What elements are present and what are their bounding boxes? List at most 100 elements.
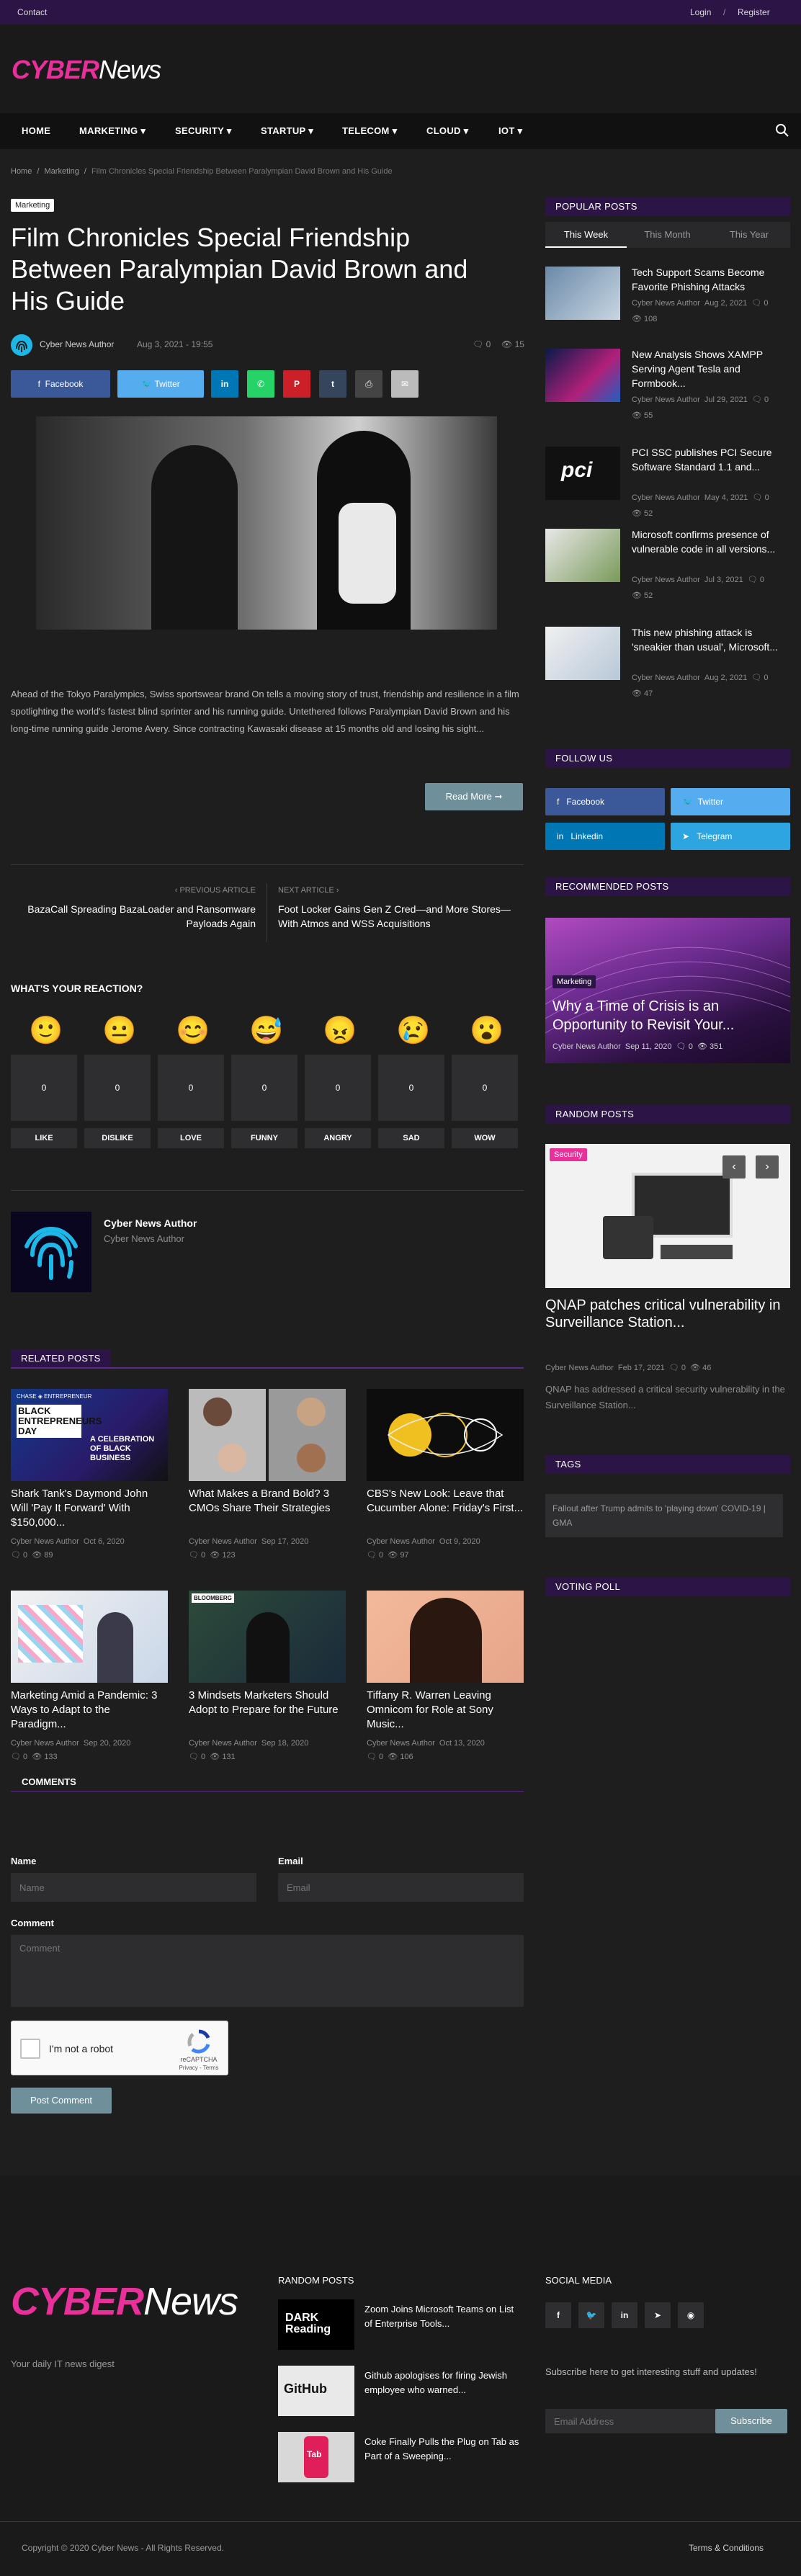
reaction-label[interactable]: WOW (452, 1128, 518, 1148)
reaction-count[interactable]: 0 (231, 1055, 297, 1121)
related-post-title[interactable]: CBS's New Look: Leave that Cucumber Alon… (367, 1487, 524, 1530)
footer-random-title-3[interactable]: Coke Finally Pulls the Plug on Tab as Pa… (364, 2435, 523, 2464)
recommended-post-card[interactable]: Marketing Why a Time of Crisis is an Opp… (545, 918, 790, 1063)
footer-logo[interactable]: CYBERNews (11, 2279, 238, 2324)
recaptcha-checkbox[interactable] (20, 2039, 40, 2059)
nav-home[interactable]: HOME (22, 125, 50, 136)
previous-title[interactable]: BazaCall Spreading BazaLoader and Ransom… (11, 902, 256, 931)
nav-marketing[interactable]: MARKETING ▾ (79, 125, 146, 137)
popular-post-thumb[interactable] (545, 627, 620, 680)
reaction-label[interactable]: ANGRY (305, 1128, 371, 1148)
share-whatsapp-button[interactable]: ✆ (247, 370, 274, 398)
comment-textarea[interactable] (11, 1935, 524, 2007)
related-post-card[interactable]: CBS's New Look: Leave that Cucumber Alon… (367, 1389, 524, 1560)
related-post-card[interactable]: CHASE ◈ ENTREPRENEUR BLACK ENTREPRENEURS … (11, 1389, 168, 1560)
reaction-sad-icon[interactable]: 😢 (396, 1016, 430, 1046)
share-email-button[interactable]: ✉ (391, 370, 419, 398)
article-author[interactable]: Cyber News Author (40, 339, 114, 349)
footer-telegram-icon[interactable]: ➤ (645, 2302, 671, 2328)
reaction-label[interactable]: LOVE (158, 1128, 224, 1148)
share-linkedin-button[interactable]: in (211, 370, 238, 398)
carousel-next-button[interactable]: › (756, 1155, 779, 1179)
reaction-label[interactable]: FUNNY (231, 1128, 297, 1148)
terms-link[interactable]: Terms & Conditions (689, 2543, 764, 2553)
nav-cloud[interactable]: CLOUD ▾ (426, 125, 468, 137)
nav-startup[interactable]: STARTUP ▾ (261, 125, 313, 137)
search-icon[interactable] (775, 123, 789, 140)
breadcrumb-category[interactable]: Marketing (45, 167, 79, 176)
share-twitter-button[interactable]: 🐦 Twitter (117, 370, 204, 398)
related-post-image[interactable] (367, 1389, 524, 1481)
nav-security[interactable]: SECURITY ▾ (175, 125, 232, 137)
reaction-count[interactable]: 0 (158, 1055, 224, 1121)
footer-twitter-icon[interactable]: 🐦 (578, 2302, 604, 2328)
popular-post-title[interactable]: New Analysis Shows XAMPP Serving Agent T… (632, 347, 790, 390)
reaction-dislike-icon[interactable]: 😐 (102, 1016, 136, 1046)
reaction-label[interactable]: DISLIKE (84, 1128, 151, 1148)
related-post-title[interactable]: Shark Tank's Daymond John Will 'Pay It F… (11, 1487, 168, 1530)
nav-iot[interactable]: IOT ▾ (498, 125, 522, 137)
reaction-wow-icon[interactable]: 😮 (470, 1016, 504, 1046)
reaction-label[interactable]: LIKE (11, 1128, 77, 1148)
site-logo[interactable]: CYBERNews (12, 55, 161, 85)
related-post-title[interactable]: 3 Mindsets Marketers Should Adopt to Pre… (189, 1689, 346, 1732)
author-box-name[interactable]: Cyber News Author (104, 1217, 197, 1229)
footer-random-title-1[interactable]: Zoom Joins Microsoft Teams on List of En… (364, 2302, 523, 2331)
reaction-love-icon[interactable]: 😊 (176, 1016, 210, 1046)
popular-post-title[interactable]: Microsoft confirms presence of vulnerabl… (632, 527, 790, 556)
popular-post-title[interactable]: PCI SSC publishes PCI Secure Software St… (632, 445, 790, 474)
reaction-count[interactable]: 0 (84, 1055, 151, 1121)
footer-rss-icon[interactable]: ◉ (678, 2302, 704, 2328)
popular-post-title[interactable]: This new phishing attack is 'sneakier th… (632, 625, 790, 654)
share-pinterest-button[interactable]: P (283, 370, 310, 398)
popular-post-thumb[interactable]: pci (545, 447, 620, 500)
related-post-title[interactable]: Marketing Amid a Pandemic: 3 Ways to Ada… (11, 1689, 168, 1732)
follow-twitter-button[interactable]: 🐦 Twitter (671, 788, 790, 815)
share-tumblr-button[interactable]: t (319, 370, 346, 398)
random-post-image[interactable]: Security ‹ › (545, 1144, 790, 1288)
recaptcha-privacy[interactable]: Privacy - Terms (171, 2065, 226, 2071)
email-input[interactable] (278, 1873, 524, 1902)
tag-link[interactable]: Fallout after Trump admits to 'playing d… (545, 1494, 783, 1537)
related-post-image[interactable] (367, 1591, 524, 1683)
category-badge[interactable]: Marketing (11, 199, 55, 212)
reaction-like-icon[interactable]: 🙂 (29, 1016, 63, 1046)
nav-telecom[interactable]: TELECOM ▾ (342, 125, 397, 137)
related-post-image[interactable]: CHASE ◈ ENTREPRENEUR BLACK ENTREPRENEURS … (11, 1389, 168, 1481)
breadcrumb-home[interactable]: Home (11, 167, 32, 176)
share-facebook-button[interactable]: f Facebook (11, 370, 110, 398)
footer-random-title-2[interactable]: Github apologises for firing Jewish empl… (364, 2369, 523, 2397)
recommended-tag[interactable]: Marketing (552, 975, 596, 988)
random-tag[interactable]: Security (550, 1148, 587, 1161)
footer-random-thumb[interactable]: Tab (278, 2432, 354, 2482)
related-post-title[interactable]: What Makes a Brand Bold? 3 CMOs Share Th… (189, 1487, 346, 1530)
reaction-angry-icon[interactable]: 😠 (323, 1016, 357, 1046)
popular-post-thumb[interactable] (545, 529, 620, 582)
reaction-count[interactable]: 0 (452, 1055, 518, 1121)
popular-post-thumb[interactable] (545, 267, 620, 320)
footer-random-thumb[interactable]: DARK Reading (278, 2299, 354, 2350)
related-post-title[interactable]: Tiffany R. Warren Leaving Omnicom for Ro… (367, 1689, 524, 1732)
reaction-count[interactable]: 0 (305, 1055, 371, 1121)
tab-this-year[interactable]: This Year (708, 222, 790, 248)
random-post-title[interactable]: QNAP patches critical vulnerability in S… (545, 1297, 790, 1331)
tab-this-week[interactable]: This Week (545, 222, 627, 248)
related-post-card[interactable]: What Makes a Brand Bold? 3 CMOs Share Th… (189, 1389, 346, 1560)
footer-facebook-icon[interactable]: f (545, 2302, 571, 2328)
next-article[interactable]: NEXT ARTICLE › Foot Locker Gains Gen Z C… (278, 886, 523, 931)
follow-linkedin-button[interactable]: in Linkedin (545, 823, 665, 850)
reaction-count[interactable]: 0 (378, 1055, 444, 1121)
previous-article[interactable]: ‹ PREVIOUS ARTICLE BazaCall Spreading Ba… (11, 886, 256, 931)
related-post-image[interactable]: BLOOMBERG (189, 1591, 346, 1683)
follow-facebook-button[interactable]: f Facebook (545, 788, 665, 815)
register-link[interactable]: Register (738, 7, 770, 17)
footer-email-input[interactable] (545, 2409, 715, 2433)
read-more-button[interactable]: Read More ➞ (425, 783, 523, 810)
next-title[interactable]: Foot Locker Gains Gen Z Cred—and More St… (278, 902, 523, 931)
share-print-button[interactable]: ⎙ (355, 370, 382, 398)
follow-telegram-button[interactable]: ➤ Telegram (671, 823, 790, 850)
related-post-image[interactable] (11, 1591, 168, 1683)
footer-random-thumb[interactable]: GitHub (278, 2366, 354, 2416)
reaction-count[interactable]: 0 (11, 1055, 77, 1121)
related-post-card[interactable]: Tiffany R. Warren Leaving Omnicom for Ro… (367, 1591, 524, 1761)
